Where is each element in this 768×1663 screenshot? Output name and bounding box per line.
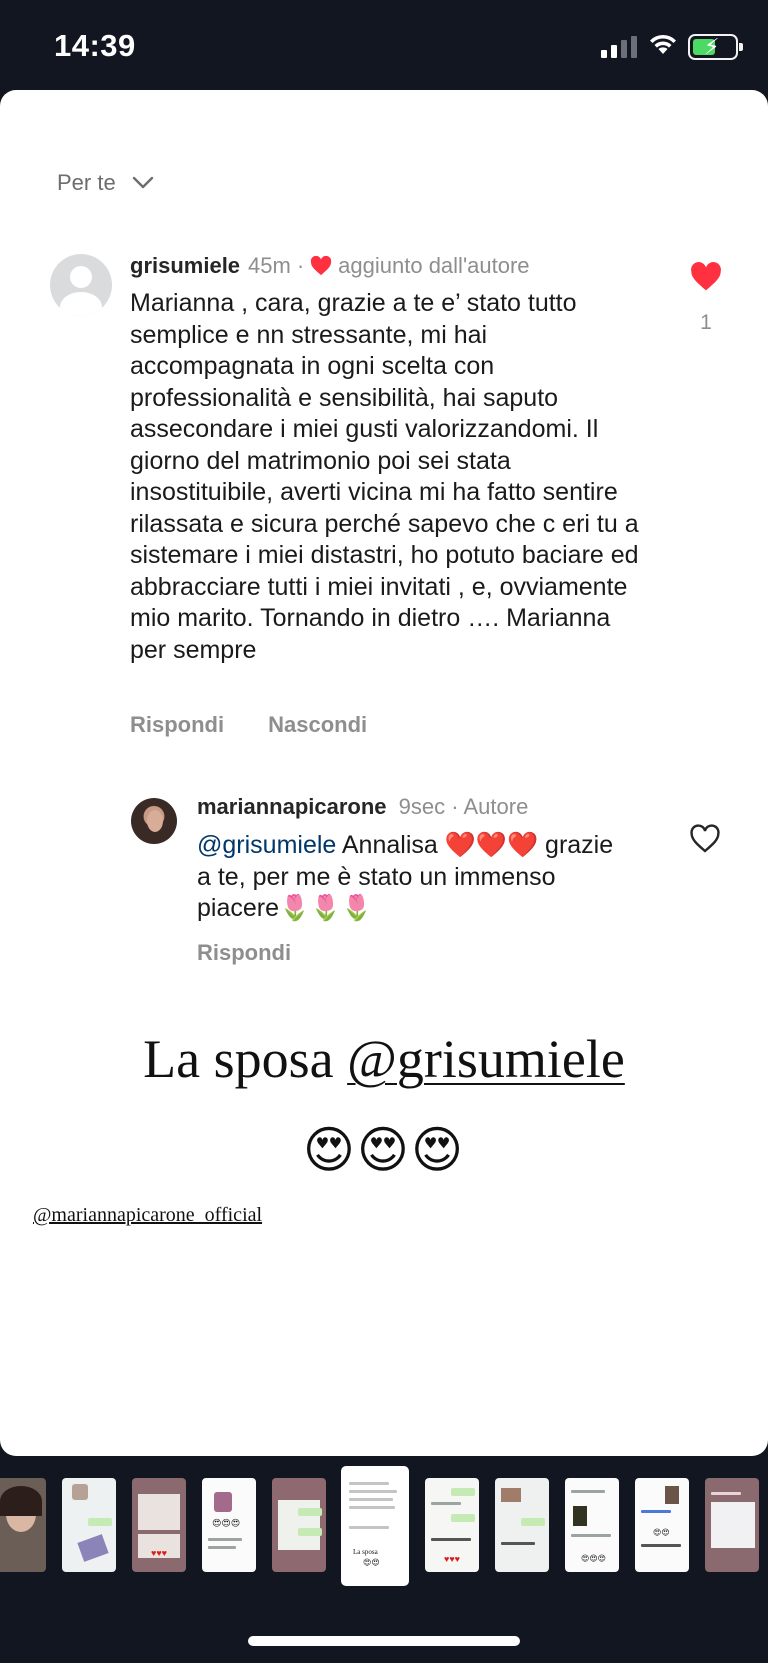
story-frame[interactable]: Per te grisumiele 45m · aggiunto dall'au…	[0, 90, 768, 1456]
comment-actions: Rispondi Nascondi	[130, 712, 411, 738]
comment-username[interactable]: grisumiele	[130, 253, 240, 279]
story-thumbnail[interactable]: 😍😍😍	[202, 1478, 256, 1572]
story-thumbnail[interactable]	[705, 1478, 759, 1572]
reply-text: @grisumiele Annalisa ❤️❤️❤️ grazie a te,…	[197, 830, 617, 925]
story-thumbnail[interactable]	[495, 1478, 549, 1572]
story-thumbnail[interactable]: ♥♥♥	[132, 1478, 186, 1572]
caption-prefix: La sposa	[143, 1029, 348, 1089]
caption-mention[interactable]: @grisumiele	[347, 1029, 625, 1089]
mention-link[interactable]: @grisumiele	[197, 831, 336, 859]
comment-text: Marianna , cara, grazie a te e’ stato tu…	[130, 289, 639, 664]
hide-button[interactable]: Nascondi	[268, 712, 367, 738]
sort-label: Per te	[57, 170, 116, 195]
story-thumbnail-strip: ♥♥♥ 😍😍😍 La sposa 😍😍 ♥♥♥ 😍😍😍 😍😍	[0, 1466, 768, 1586]
reply-button[interactable]: Rispondi	[197, 940, 291, 966]
story-caption: La sposa @grisumiele	[0, 1028, 768, 1090]
liked-by-author-label: aggiunto dall'autore	[338, 253, 530, 278]
meta-separator: ·	[451, 794, 459, 819]
comment-meta: grisumiele 45m · aggiunto dall'autore	[130, 253, 530, 279]
author-badge: Autore	[463, 794, 529, 819]
battery-charging-icon: ⚡	[688, 34, 743, 60]
comment-time: 45m	[248, 253, 291, 278]
status-bar: 14:39 ⚡	[0, 0, 768, 90]
reply-button[interactable]: Rispondi	[130, 712, 224, 738]
story-thumbnail[interactable]: 😍😍	[635, 1478, 689, 1572]
story-thumbnail-active[interactable]: La sposa 😍😍	[341, 1466, 409, 1586]
sort-selector[interactable]: Per te	[57, 170, 154, 196]
status-time: 14:39	[54, 28, 136, 63]
reply-username[interactable]: mariannapicarone	[197, 794, 387, 819]
story-thumbnail[interactable]	[272, 1478, 326, 1572]
chevron-down-icon	[132, 176, 153, 189]
comment-like: 1	[686, 262, 726, 335]
avatar[interactable]	[50, 254, 112, 316]
meta-separator: ·	[296, 253, 305, 278]
cellular-signal-icon	[601, 36, 637, 58]
heart-outline-icon[interactable]	[689, 824, 721, 854]
like-count: 1	[700, 311, 712, 334]
home-indicator[interactable]	[248, 1636, 520, 1646]
heart-filled-icon[interactable]	[690, 262, 722, 292]
story-thumbnail[interactable]: ♥♥♥	[425, 1478, 479, 1572]
story-thumbnail[interactable]	[0, 1478, 46, 1572]
avatar[interactable]	[131, 798, 177, 844]
wifi-icon	[650, 34, 676, 54]
emoji-sticker: 😍😍😍	[302, 1122, 466, 1178]
reply-time: 9sec	[398, 794, 446, 819]
story-thumbnail[interactable]: 😍😍😍	[565, 1478, 619, 1572]
reply-meta: mariannapicarone 9sec · Autore	[197, 794, 528, 820]
mention-sticker[interactable]: @mariannapicarone_official	[33, 1204, 262, 1227]
heart-filled-icon	[311, 256, 332, 276]
story-thumbnail[interactable]	[62, 1478, 116, 1572]
